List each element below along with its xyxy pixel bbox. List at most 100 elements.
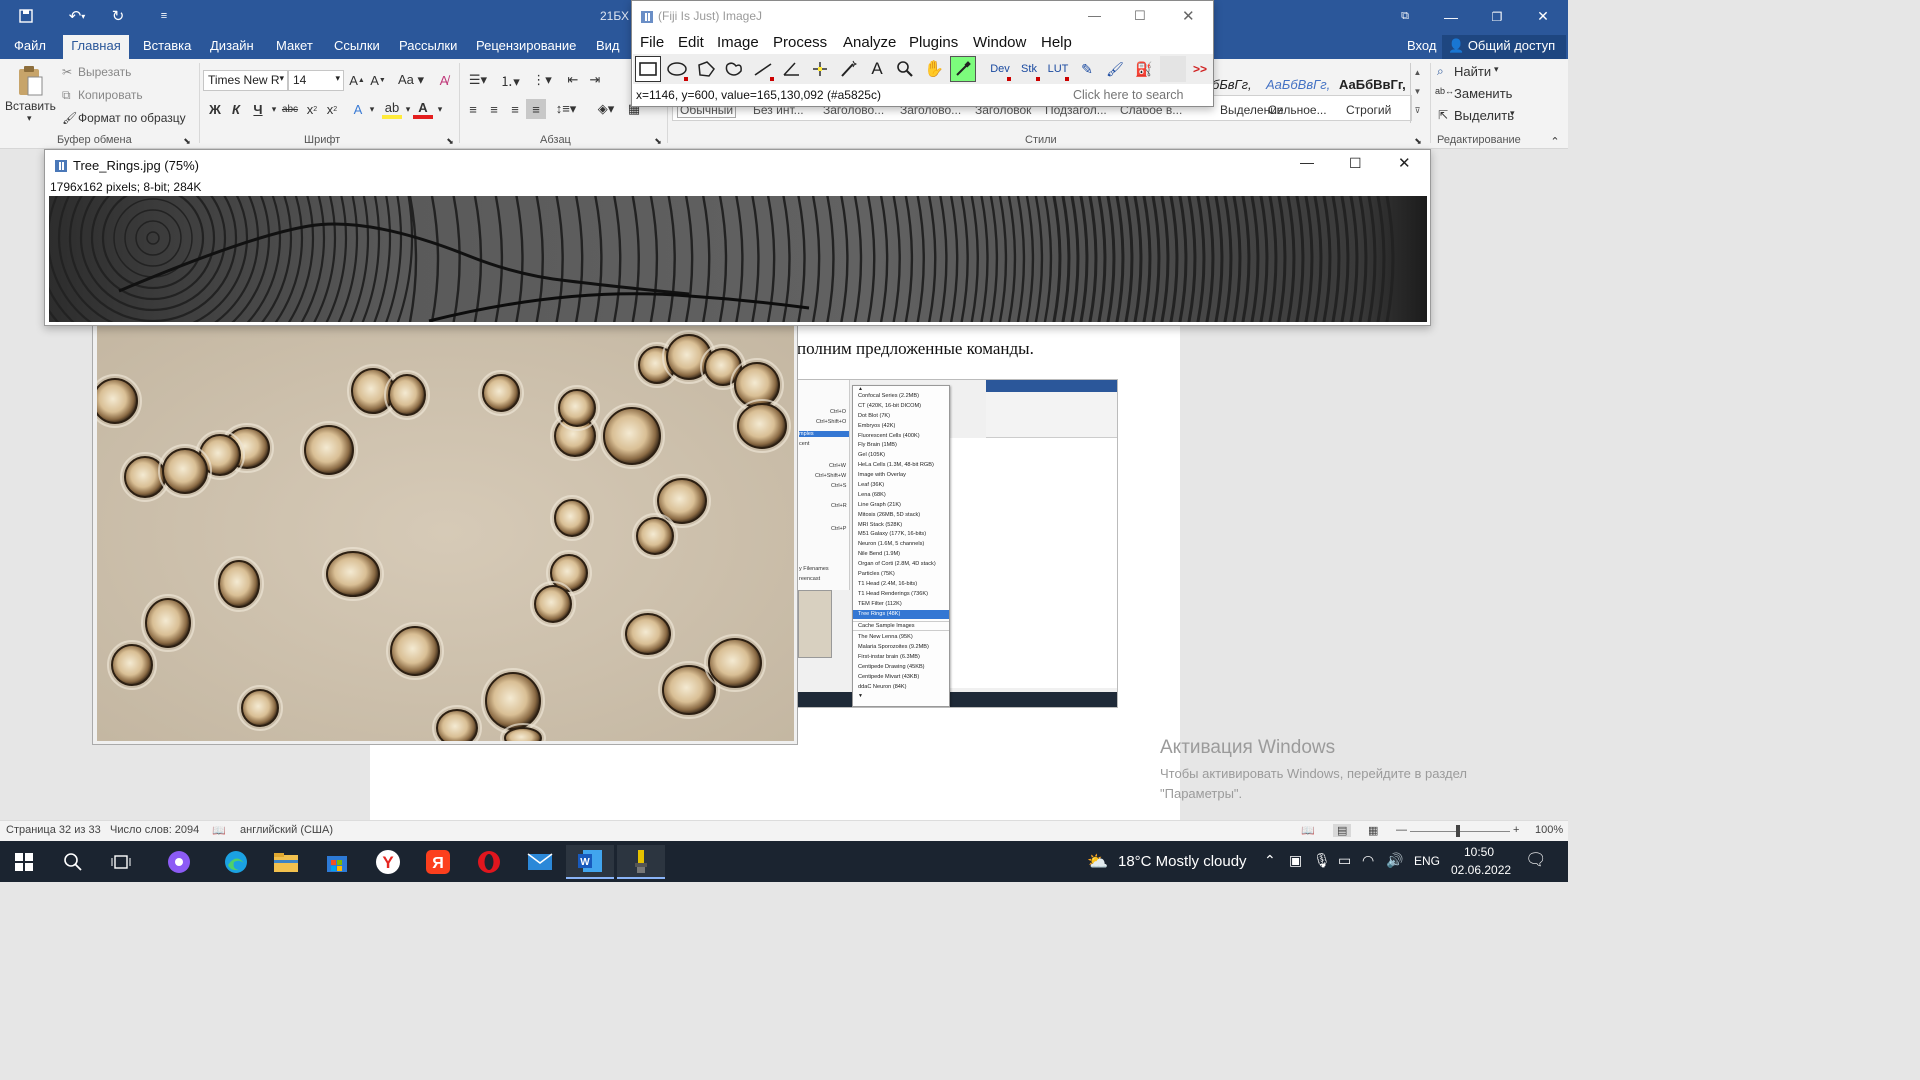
fiji-taskbar-icon[interactable]	[617, 845, 665, 879]
styles-scroll[interactable]: ▲ ▼ ⊽	[1410, 63, 1424, 123]
align-left-icon[interactable]: ≡	[463, 99, 483, 119]
close-icon[interactable]: ✕	[1398, 154, 1411, 172]
hand-tool-icon[interactable]: ✋	[921, 56, 947, 82]
grow-font-icon[interactable]: A ▲	[347, 70, 367, 90]
search-icon[interactable]: ⌕	[1437, 64, 1444, 79]
login-button[interactable]: Вход	[1407, 38, 1436, 53]
minimize-icon[interactable]: —	[1088, 8, 1101, 23]
tab-references[interactable]: Ссылки	[334, 38, 380, 53]
text-tool-icon[interactable]: A	[864, 56, 890, 82]
tab-file[interactable]: Файл	[14, 38, 46, 53]
close-icon[interactable]: ✕	[1182, 7, 1195, 25]
text-effects-dropdown-icon[interactable]: ▾	[362, 99, 382, 119]
meet-now-icon[interactable]: ▣	[1289, 852, 1302, 869]
proofing-icon[interactable]: 📖	[212, 824, 226, 837]
cut-button[interactable]: Вырезать	[78, 65, 131, 79]
menu-window[interactable]: Window	[973, 34, 1026, 51]
input-language[interactable]: ENG	[1414, 854, 1440, 868]
style-strong-sample[interactable]: АаБбВвГг,	[1339, 77, 1406, 92]
styles-launcher-icon[interactable]: ⬊	[1408, 131, 1428, 151]
change-case-icon[interactable]: Aa ▾	[396, 70, 426, 90]
fiji-main-window[interactable]: (Fiji Is Just) ImageJ — ☐ ✕ File Edit Im…	[631, 0, 1214, 107]
tab-insert[interactable]: Вставка	[143, 38, 191, 53]
edge-icon[interactable]	[212, 845, 260, 879]
start-icon[interactable]	[0, 845, 48, 879]
copy-button[interactable]: Копировать	[78, 88, 143, 102]
cut-icon[interactable]: ✂	[62, 65, 72, 79]
font-launcher-icon[interactable]: ⬊	[440, 131, 460, 151]
file-explorer-icon[interactable]	[262, 845, 310, 879]
close-icon[interactable]: ✕	[1520, 0, 1566, 33]
font-size-box[interactable]: 14 ▾	[288, 70, 344, 91]
battery-icon[interactable]: ▭	[1338, 852, 1351, 869]
stk-menu-icon[interactable]: Stk	[1016, 56, 1042, 82]
flood-fill-tool-icon[interactable]: ⛽	[1131, 56, 1157, 82]
brush-tool-icon[interactable]: 🖌	[1102, 56, 1128, 82]
read-mode-icon[interactable]: 📖	[1301, 824, 1315, 837]
opera-icon[interactable]	[465, 845, 513, 879]
ribbon-display-icon[interactable]: ⧉	[1382, 0, 1428, 33]
wand-tool-icon[interactable]	[835, 56, 861, 82]
subscript-icon[interactable]: x2	[302, 99, 322, 119]
style-intense-emphasis-sample[interactable]: АаБбВвГг,	[1266, 77, 1330, 92]
paragraph-launcher-icon[interactable]: ⬊	[648, 131, 668, 151]
page-count[interactable]: Страница 32 из 33	[6, 824, 101, 836]
menu-help[interactable]: Help	[1041, 34, 1072, 51]
minimize-icon[interactable]: —	[1300, 154, 1314, 170]
angle-tool-icon[interactable]	[778, 56, 804, 82]
select-dropdown-icon[interactable]: ▾	[1510, 108, 1515, 119]
minimize-icon[interactable]: —	[1428, 0, 1474, 33]
replace-button[interactable]: Заменить	[1454, 86, 1512, 101]
menu-plugins[interactable]: Plugins	[909, 34, 958, 51]
zoom-level[interactable]: 100%	[1535, 824, 1563, 836]
mail-icon[interactable]	[516, 845, 564, 879]
weather-icon[interactable]: ⛅	[1087, 852, 1108, 872]
yeast-image-canvas[interactable]	[97, 323, 794, 741]
fiji-search-input[interactable]	[1068, 85, 1208, 105]
tab-layout[interactable]: Макет	[276, 38, 313, 53]
zoom-slider[interactable]	[1410, 831, 1510, 832]
undo-icon[interactable]: ↶ ▾	[60, 6, 94, 26]
decrease-indent-icon[interactable]: ⇤	[563, 70, 583, 90]
color-picker-tool-icon[interactable]	[950, 56, 976, 82]
freehand-tool-icon[interactable]	[721, 56, 747, 82]
tab-design[interactable]: Дизайн	[210, 38, 254, 53]
clock-date[interactable]: 02.06.2022	[1451, 863, 1511, 877]
show-hidden-icons-icon[interactable]: ⌃	[1264, 852, 1276, 869]
format-painter-icon[interactable]: 🖌	[62, 111, 77, 125]
lut-menu-icon[interactable]: LUT	[1045, 56, 1071, 82]
menu-analyze[interactable]: Analyze	[843, 34, 896, 51]
line-tool-icon[interactable]	[750, 56, 776, 82]
wifi-icon[interactable]: ◠	[1362, 852, 1374, 869]
paste-button[interactable]: Вставить	[5, 99, 56, 113]
maximize-icon[interactable]: ☐	[1349, 155, 1362, 172]
magnifier-tool-icon[interactable]	[892, 56, 918, 82]
microphone-icon[interactable]: 🎙	[1313, 852, 1331, 869]
language-status[interactable]: английский (США)	[240, 824, 333, 836]
tree-rings-window[interactable]: Tree_Rings.jpg (75%) — ☐ ✕ 1796x162 pixe…	[44, 149, 1431, 326]
polygon-tool-icon[interactable]	[693, 56, 719, 82]
font-color-dropdown-icon[interactable]: ▾	[430, 99, 450, 119]
word-count[interactable]: Число слов: 2094	[110, 824, 199, 836]
select-button[interactable]: Выделить	[1454, 108, 1514, 123]
font-name-box[interactable]: Times New R ▾	[203, 70, 288, 91]
replace-icon[interactable]: ab↔	[1435, 86, 1454, 96]
web-layout-icon[interactable]: ▦	[1368, 824, 1378, 837]
numbering-icon[interactable]: ⒈▾	[495, 70, 525, 90]
style-strong[interactable]: Строгий	[1346, 103, 1391, 117]
strikethrough-icon[interactable]: abc	[280, 99, 300, 119]
dev-menu-icon[interactable]: Dev	[987, 56, 1013, 82]
justify-icon[interactable]: ≡	[526, 99, 546, 119]
line-spacing-icon[interactable]: ↕≡▾	[553, 99, 579, 119]
select-icon[interactable]: ⇱	[1438, 108, 1448, 122]
save-icon[interactable]	[14, 6, 38, 26]
bold-icon[interactable]: Ж	[205, 99, 225, 119]
menu-file[interactable]: File	[640, 34, 664, 51]
copy-icon[interactable]: ⧉	[62, 88, 71, 103]
clipboard-launcher-icon[interactable]: ⬊	[177, 131, 197, 151]
align-center-icon[interactable]: ≡	[484, 99, 504, 119]
alice-icon[interactable]	[155, 845, 203, 879]
find-button[interactable]: Найти	[1454, 64, 1491, 79]
tree-rings-canvas[interactable]	[49, 196, 1427, 322]
shrink-font-icon[interactable]: A ▼	[368, 70, 388, 90]
